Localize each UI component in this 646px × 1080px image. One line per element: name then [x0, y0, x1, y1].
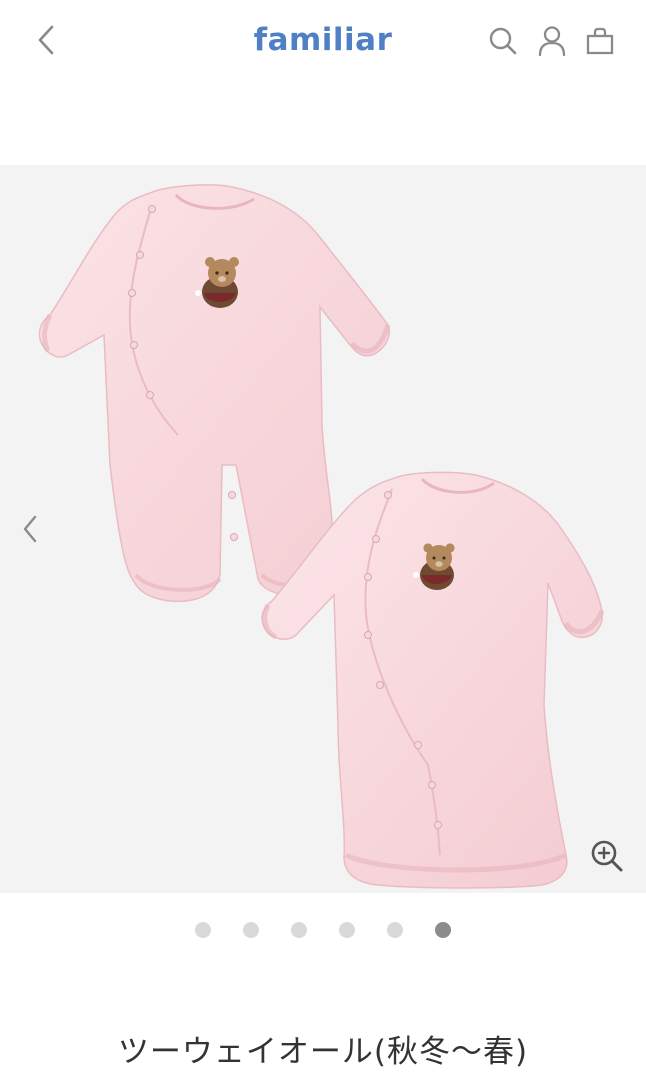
product-image	[38, 184, 605, 889]
pagination-dot-active[interactable]	[435, 922, 451, 938]
pagination-dot[interactable]	[195, 922, 211, 938]
account-button[interactable]	[536, 24, 568, 58]
chevron-left-icon	[23, 515, 37, 543]
gallery-prev-button[interactable]	[12, 511, 48, 547]
shopping-bag-icon	[586, 27, 614, 55]
app-header: familiar	[0, 0, 646, 90]
cart-button[interactable]	[584, 24, 616, 58]
product-image-gallery[interactable]	[0, 165, 646, 893]
search-button[interactable]	[487, 24, 519, 58]
pagination-dot[interactable]	[291, 922, 307, 938]
user-icon	[538, 26, 566, 57]
pagination-dot[interactable]	[339, 922, 355, 938]
pagination-dot[interactable]	[387, 922, 403, 938]
pagination-dot[interactable]	[243, 922, 259, 938]
gallery-pagination	[0, 922, 646, 940]
product-page: familiar ツーウェイオール(秋冬〜春)	[0, 0, 646, 1080]
product-title: ツーウェイオール(秋冬〜春)	[117, 1034, 529, 1070]
zoom-button[interactable]	[586, 835, 628, 877]
zoom-in-icon	[591, 840, 623, 872]
search-icon	[489, 27, 517, 55]
